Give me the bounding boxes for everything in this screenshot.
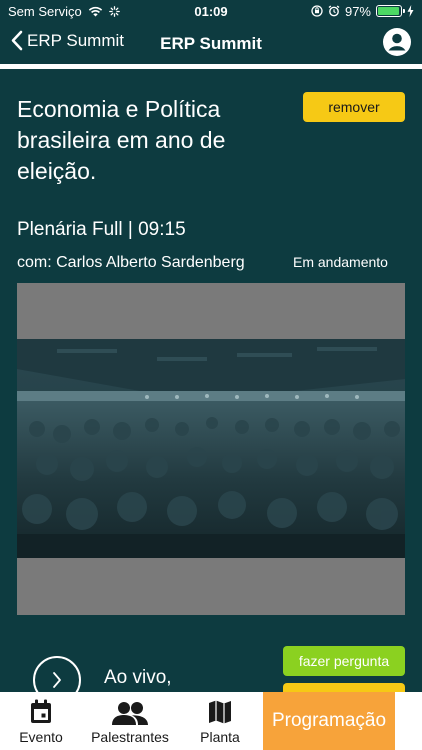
auditorium-photo: [17, 339, 405, 558]
nav-bar: ERP Summit ERP Summit: [0, 22, 422, 64]
status-bar: Sem Serviço 01:09 97%: [0, 0, 422, 22]
tab-label: Palestrantes: [91, 729, 169, 745]
profile-icon[interactable]: [382, 27, 412, 57]
nav-divider: [0, 64, 422, 69]
event-image: [17, 339, 405, 558]
tab-label: Planta: [200, 729, 240, 745]
session-title: Economia e Política brasileira em ano de…: [17, 96, 226, 184]
ask-question-button[interactable]: fazer pergunta: [283, 646, 405, 676]
speaker-name: com: Carlos Alberto Sardenberg: [17, 254, 245, 271]
people-icon: [112, 702, 148, 725]
tab-label: Evento: [19, 729, 63, 745]
battery-fill: [378, 7, 400, 15]
carrier-label: Sem Serviço: [8, 3, 82, 19]
tab-programacao[interactable]: Programação: [263, 692, 395, 750]
screen: Sem Serviço 01:09 97% ERP Summit ERP Sum…: [0, 0, 422, 750]
wifi-icon: [88, 6, 102, 16]
status-right: 97%: [311, 4, 414, 19]
battery-icon: [376, 5, 405, 17]
live-label: Ao vivo,: [104, 667, 172, 688]
tab-bar: Evento Palestrantes Planta Programação: [0, 692, 422, 750]
calendar-icon: [31, 699, 51, 723]
status-left: Sem Serviço: [8, 4, 120, 19]
charging-icon: [407, 5, 414, 17]
remove-button[interactable]: remover: [303, 92, 405, 122]
session-meta: Plenária Full | 09:15: [17, 219, 186, 240]
map-icon: [209, 700, 231, 724]
page-title: ERP Summit: [160, 34, 262, 53]
tab-palestrantes[interactable]: Palestrantes: [82, 692, 178, 750]
tab-evento[interactable]: Evento: [0, 692, 82, 750]
event-image-frame: [17, 283, 405, 615]
orientation-lock-icon: [311, 5, 323, 17]
activity-icon: [108, 5, 120, 17]
alarm-icon: [328, 5, 340, 17]
chevron-right-icon: [53, 672, 61, 688]
tab-planta[interactable]: Planta: [178, 692, 262, 750]
session-status: Em andamento: [293, 254, 388, 270]
battery-percent: 97%: [344, 3, 371, 19]
tab-label: Programação: [271, 710, 387, 731]
